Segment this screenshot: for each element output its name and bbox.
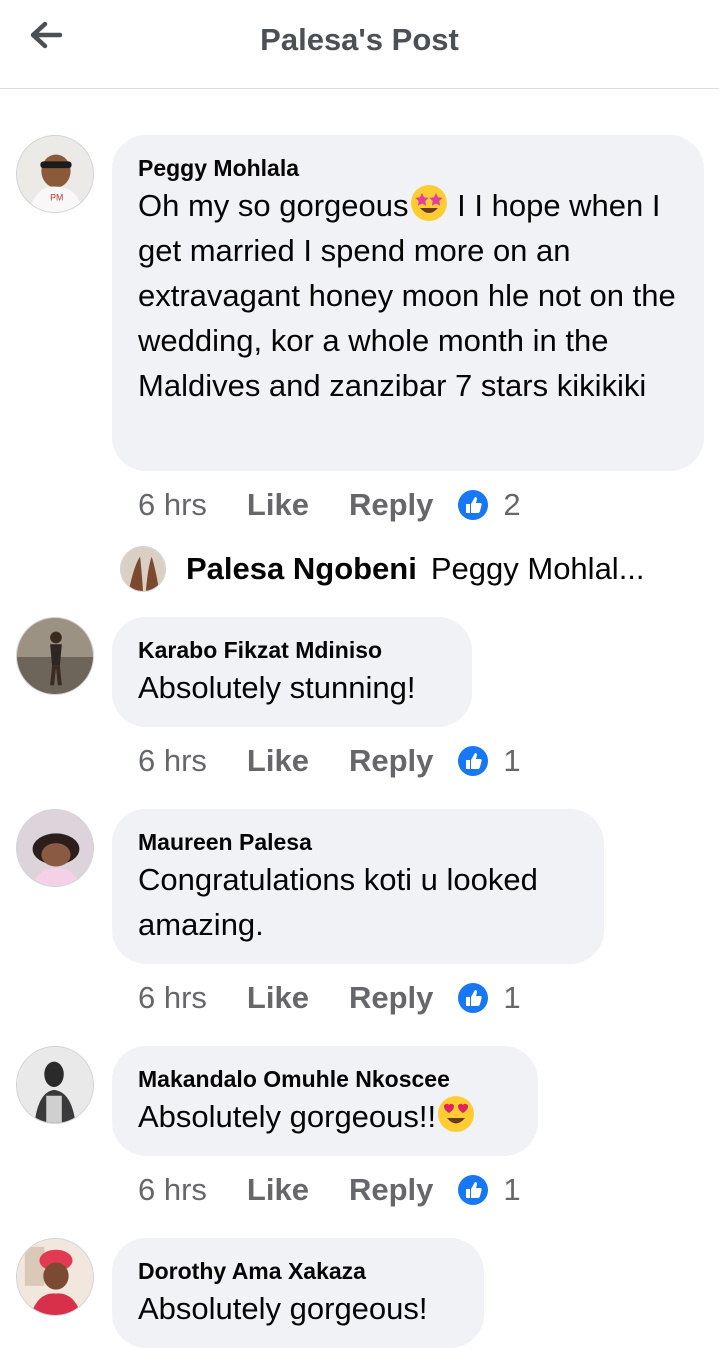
like-reaction-icon[interactable] [457,489,489,521]
avatar[interactable]: PM [16,135,94,213]
like-reaction-icon[interactable] [457,982,489,1014]
comment-author[interactable]: Maureen Palesa [138,827,576,857]
comment-text: Congratulations koti u looked amazing. [138,862,538,942]
page-title: Palesa's Post [260,22,459,57]
reply-preview[interactable]: Palesa Ngobeni Peggy Mohlal... [120,545,645,593]
comment-bubble: Maureen Palesa Congratulations koti u lo… [112,809,604,964]
comment-bubble: Dorothy Ama Xakaza Absolutely gorgeous! [112,1238,484,1348]
reply-button[interactable]: Reply [349,487,433,523]
comment-text: Absolutely gorgeous!! [138,1094,510,1139]
comment-actions: 6 hrs Like Reply 1 [138,1170,521,1210]
like-button[interactable]: Like [247,1172,309,1208]
like-button[interactable]: Like [247,743,309,779]
comment-timestamp[interactable]: 6 hrs [138,1172,207,1208]
top-bar: Palesa's Post [0,0,719,89]
reply-author: Palesa Ngobeni [186,551,417,586]
comment-bubble: Karabo Fikzat Mdiniso Absolutely stunnin… [112,617,472,727]
comment-text: Absolutely gorgeous! [138,1291,428,1326]
like-reaction-icon[interactable] [457,745,489,777]
comment-bubble: Peggy Mohlala Oh my so gorgeous I I hope… [112,135,704,471]
svg-text:PM: PM [50,192,63,202]
like-reaction-icon[interactable] [457,1174,489,1206]
avatar[interactable] [16,1238,94,1316]
reply-snippet: Peggy Mohlal... [430,551,645,586]
avatar[interactable] [120,546,166,592]
reply-button[interactable]: Reply [349,980,433,1016]
reply-button[interactable]: Reply [349,743,433,779]
star-struck-emoji-icon [410,185,447,221]
like-button[interactable]: Like [247,487,309,523]
comment-author[interactable]: Dorothy Ama Xakaza [138,1256,456,1286]
like-button[interactable]: Like [247,980,309,1016]
comment-timestamp[interactable]: 6 hrs [138,487,207,523]
avatar[interactable] [16,617,94,695]
comment-actions: 6 hrs Like Reply 2 [138,485,521,525]
comment-author[interactable]: Peggy Mohlala [138,153,676,183]
reaction-count[interactable]: 1 [503,1172,520,1208]
comment-actions: 6 hrs Like Reply 1 [138,978,521,1018]
comment-text: Absolutely stunning! [138,670,416,705]
reaction-count[interactable]: 1 [503,743,520,779]
reaction-count[interactable]: 1 [503,980,520,1016]
reaction-count[interactable]: 2 [503,487,520,523]
comment-actions: 6 hrs Like Reply 1 [138,741,521,781]
comment-author[interactable]: Karabo Fikzat Mdiniso [138,635,444,665]
heart-eyes-emoji-icon [438,1096,475,1132]
avatar[interactable] [16,809,94,887]
reply-button[interactable]: Reply [349,1172,433,1208]
comment-timestamp[interactable]: 6 hrs [138,980,207,1016]
comment-timestamp[interactable]: 6 hrs [138,743,207,779]
comment-text: Oh my so gorgeous I I hope when I get ma… [138,183,676,408]
comment-bubble: Makandalo Omuhle Nkoscee Absolutely gorg… [112,1046,538,1156]
comment-author[interactable]: Makandalo Omuhle Nkoscee [138,1064,510,1094]
avatar[interactable] [16,1046,94,1124]
